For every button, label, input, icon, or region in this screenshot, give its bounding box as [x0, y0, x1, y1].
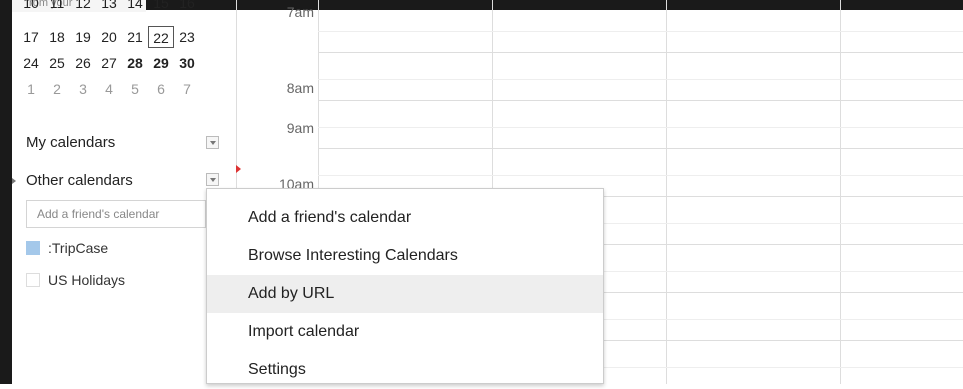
calendar-color-swatch[interactable]: [26, 241, 40, 255]
mini-day[interactable]: 2: [44, 81, 70, 97]
mini-day[interactable]: 30: [174, 55, 200, 71]
mini-day[interactable]: 14: [122, 0, 148, 11]
mini-day[interactable]: 3: [70, 81, 96, 97]
mini-day[interactable]: 7: [174, 81, 200, 97]
mini-day[interactable]: 20: [96, 29, 122, 45]
mini-day[interactable]: 25: [44, 55, 70, 71]
time-label: 9am: [286, 120, 314, 136]
mini-day[interactable]: 10: [18, 0, 44, 11]
grid-half-hour-line: [318, 127, 963, 128]
chevron-down-icon: [209, 140, 216, 145]
calendar-item-tripcase[interactable]: :TripCase: [26, 240, 108, 256]
mini-day[interactable]: 27: [96, 55, 122, 71]
mini-day[interactable]: 19: [70, 29, 96, 45]
my-calendars-header[interactable]: My calendars: [26, 134, 115, 151]
mini-day-today[interactable]: 22: [148, 26, 174, 48]
calendar-item-us-holidays[interactable]: US Holidays: [26, 272, 125, 288]
mini-day[interactable]: 12: [70, 0, 96, 11]
grid-half-hour-line: [318, 175, 963, 176]
menu-item-import-calendar[interactable]: Import calendar: [207, 313, 603, 351]
calendar-color-swatch[interactable]: [26, 273, 40, 287]
mini-day[interactable]: 18: [44, 29, 70, 45]
mini-calendar-week: 1234567: [18, 76, 200, 102]
menu-item-settings[interactable]: Settings: [207, 351, 603, 389]
window-frame-left: [0, 0, 12, 384]
mini-day[interactable]: 4: [96, 81, 122, 97]
mini-day[interactable]: 6: [148, 81, 174, 97]
time-label: 7am: [286, 4, 314, 20]
mini-day[interactable]: 13: [96, 0, 122, 11]
mini-calendar-week: 24 25 26 27 28 29 30: [18, 50, 200, 76]
other-calendars-dropdown-button[interactable]: [206, 173, 219, 186]
add-friend-calendar-input[interactable]: [26, 200, 206, 228]
grid-half-hour-line: [318, 31, 963, 32]
mini-day[interactable]: 15: [148, 0, 174, 11]
grid-hour-line: [318, 148, 963, 149]
mini-day[interactable]: 26: [70, 55, 96, 71]
grid-half-hour-line: [318, 79, 963, 80]
mini-day[interactable]: 11: [44, 0, 70, 11]
mini-day[interactable]: 29: [148, 55, 174, 71]
grid-column-divider: [666, 0, 667, 384]
my-calendars-dropdown-button[interactable]: [206, 136, 219, 149]
time-label: 8am: [286, 80, 314, 96]
mini-day[interactable]: 17: [18, 29, 44, 45]
menu-item-browse-interesting-calendars[interactable]: Browse Interesting Calendars: [207, 237, 603, 275]
grid-hour-line: [318, 100, 963, 101]
collapse-arrow-icon[interactable]: [12, 178, 16, 184]
grid-column-divider: [840, 0, 841, 384]
mini-day[interactable]: 5: [122, 81, 148, 97]
chevron-down-icon: [209, 177, 216, 182]
menu-item-add-by-url[interactable]: Add by URL: [207, 275, 603, 313]
grid-hour-line: [318, 52, 963, 53]
mini-calendar-weeks: 17 18 19 20 21 22 23 24 25 26 27 28 29 30 1 2 3 4 5 6 7: [18, 24, 200, 102]
mini-day[interactable]: 23: [174, 29, 200, 45]
mini-calendar-week: 10 11 12 13 14 15 16: [18, 0, 200, 12]
calendar-item-label: :TripCase: [48, 240, 109, 256]
menu-item-add-friend-calendar[interactable]: Add a friend's calendar: [207, 199, 603, 237]
other-calendars-header[interactable]: Other calendars: [26, 172, 133, 189]
mini-day[interactable]: 1: [18, 81, 44, 97]
mini-day[interactable]: 21: [122, 29, 148, 45]
calendar-item-label: US Holidays: [48, 272, 126, 288]
window-frame-bottom: [0, 366, 12, 384]
current-time-marker: [236, 165, 241, 173]
mini-day[interactable]: 16: [174, 0, 200, 11]
mini-calendar-week: 17 18 19 20 21 22 23: [18, 24, 200, 50]
mini-day[interactable]: 24: [18, 55, 44, 71]
mini-day[interactable]: 28: [122, 55, 148, 71]
other-calendars-menu: Add a friend's calendar Browse Interesti…: [206, 188, 604, 384]
